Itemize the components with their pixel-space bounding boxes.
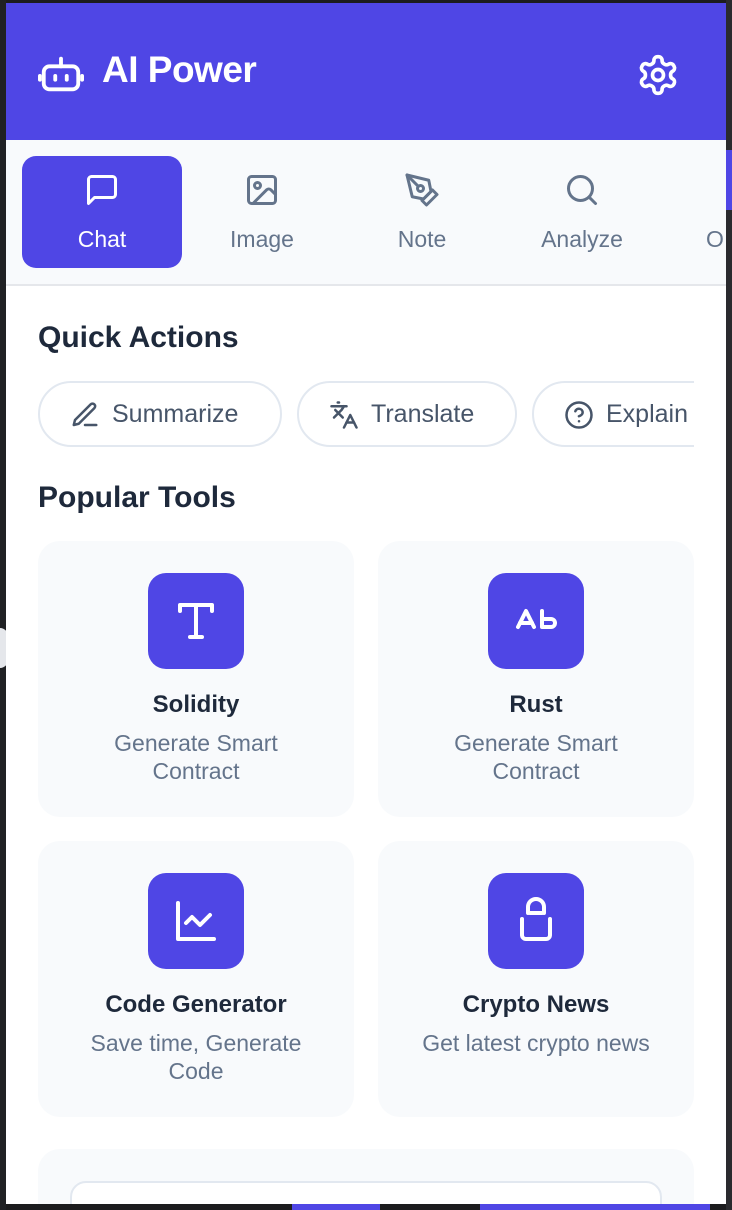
- tool-icon-box: [488, 873, 584, 969]
- tool-description: Generate Smart Contract: [454, 730, 618, 784]
- pen-nib-icon: [405, 173, 439, 207]
- chat-bubble-icon: [87, 175, 117, 205]
- tool-icon-box: [148, 573, 244, 669]
- pill-label: Translate: [371, 400, 475, 428]
- shopping-bag-icon: [520, 897, 552, 941]
- translate-button[interactable]: Translate: [297, 381, 517, 447]
- background-accent-bottom-right: [480, 1203, 710, 1210]
- summarize-button[interactable]: Summarize: [38, 381, 282, 447]
- app-title: AI Power: [102, 49, 257, 90]
- text-ap-icon: [516, 609, 557, 629]
- tool-title: Crypto News: [462, 991, 610, 1018]
- robot-icon: [38, 56, 84, 92]
- extension-panel: AI Power Chat Image Note Analyze O Quick…: [6, 3, 726, 1204]
- tab-label: Note: [397, 226, 447, 252]
- translate-icon: [330, 401, 358, 429]
- background-accent-bottom: [292, 1203, 380, 1210]
- tab-label: Image: [230, 226, 294, 252]
- tool-title: Rust: [509, 691, 563, 718]
- pencil-icon: [72, 402, 98, 427]
- tab-note[interactable]: Note: [342, 156, 502, 268]
- tool-description: Get latest crypto news: [422, 1030, 650, 1056]
- search-icon: [567, 175, 597, 205]
- tab-bar: Chat Image Note Analyze O: [6, 140, 726, 286]
- tool-card-crypto-news[interactable]: Crypto News Get latest crypto news: [378, 841, 694, 1117]
- tool-title: Solidity: [152, 691, 240, 718]
- background-accent: [726, 150, 732, 210]
- line-chart-icon: [176, 901, 216, 941]
- tab-image[interactable]: Image: [182, 156, 342, 268]
- tab-label: Chat: [77, 226, 127, 252]
- tool-card-rust[interactable]: Rust Generate Smart Contract: [378, 541, 694, 817]
- pill-label: Explain: [606, 400, 688, 428]
- popular-tools-title: Popular Tools: [38, 481, 236, 514]
- tool-title: Code Generator: [105, 991, 287, 1018]
- quick-actions-row: Summarize Translate Explain: [6, 373, 694, 459]
- tab-analyze[interactable]: Analyze: [502, 156, 662, 268]
- tab-partial[interactable]: O: [662, 156, 726, 268]
- gear-icon[interactable]: [636, 53, 680, 97]
- tool-card-solidity[interactable]: Solidity Generate Smart Contract: [38, 541, 354, 817]
- header-bar: AI Power: [6, 3, 726, 140]
- tool-icon-box: [148, 873, 244, 969]
- image-icon: [247, 175, 277, 205]
- chat-input-card: [38, 1149, 694, 1204]
- partial-icon: [724, 172, 726, 208]
- tab-label: Analyze: [541, 226, 623, 252]
- tool-card-code-generator[interactable]: Code Generator Save time, Generate Code: [38, 841, 354, 1117]
- tab-label: O: [706, 226, 724, 252]
- tool-description: Save time, Generate Code: [90, 1030, 302, 1084]
- tool-description: Generate Smart Contract: [114, 730, 278, 784]
- quick-actions-title: Quick Actions: [38, 321, 239, 354]
- tool-icon-box: [488, 573, 584, 669]
- explain-button[interactable]: Explain: [532, 381, 694, 447]
- tab-chat[interactable]: Chat: [22, 156, 182, 268]
- help-circle-icon: [565, 401, 593, 429]
- chat-input[interactable]: [70, 1181, 662, 1204]
- text-t-icon: [178, 603, 214, 639]
- pill-label: Summarize: [112, 400, 239, 428]
